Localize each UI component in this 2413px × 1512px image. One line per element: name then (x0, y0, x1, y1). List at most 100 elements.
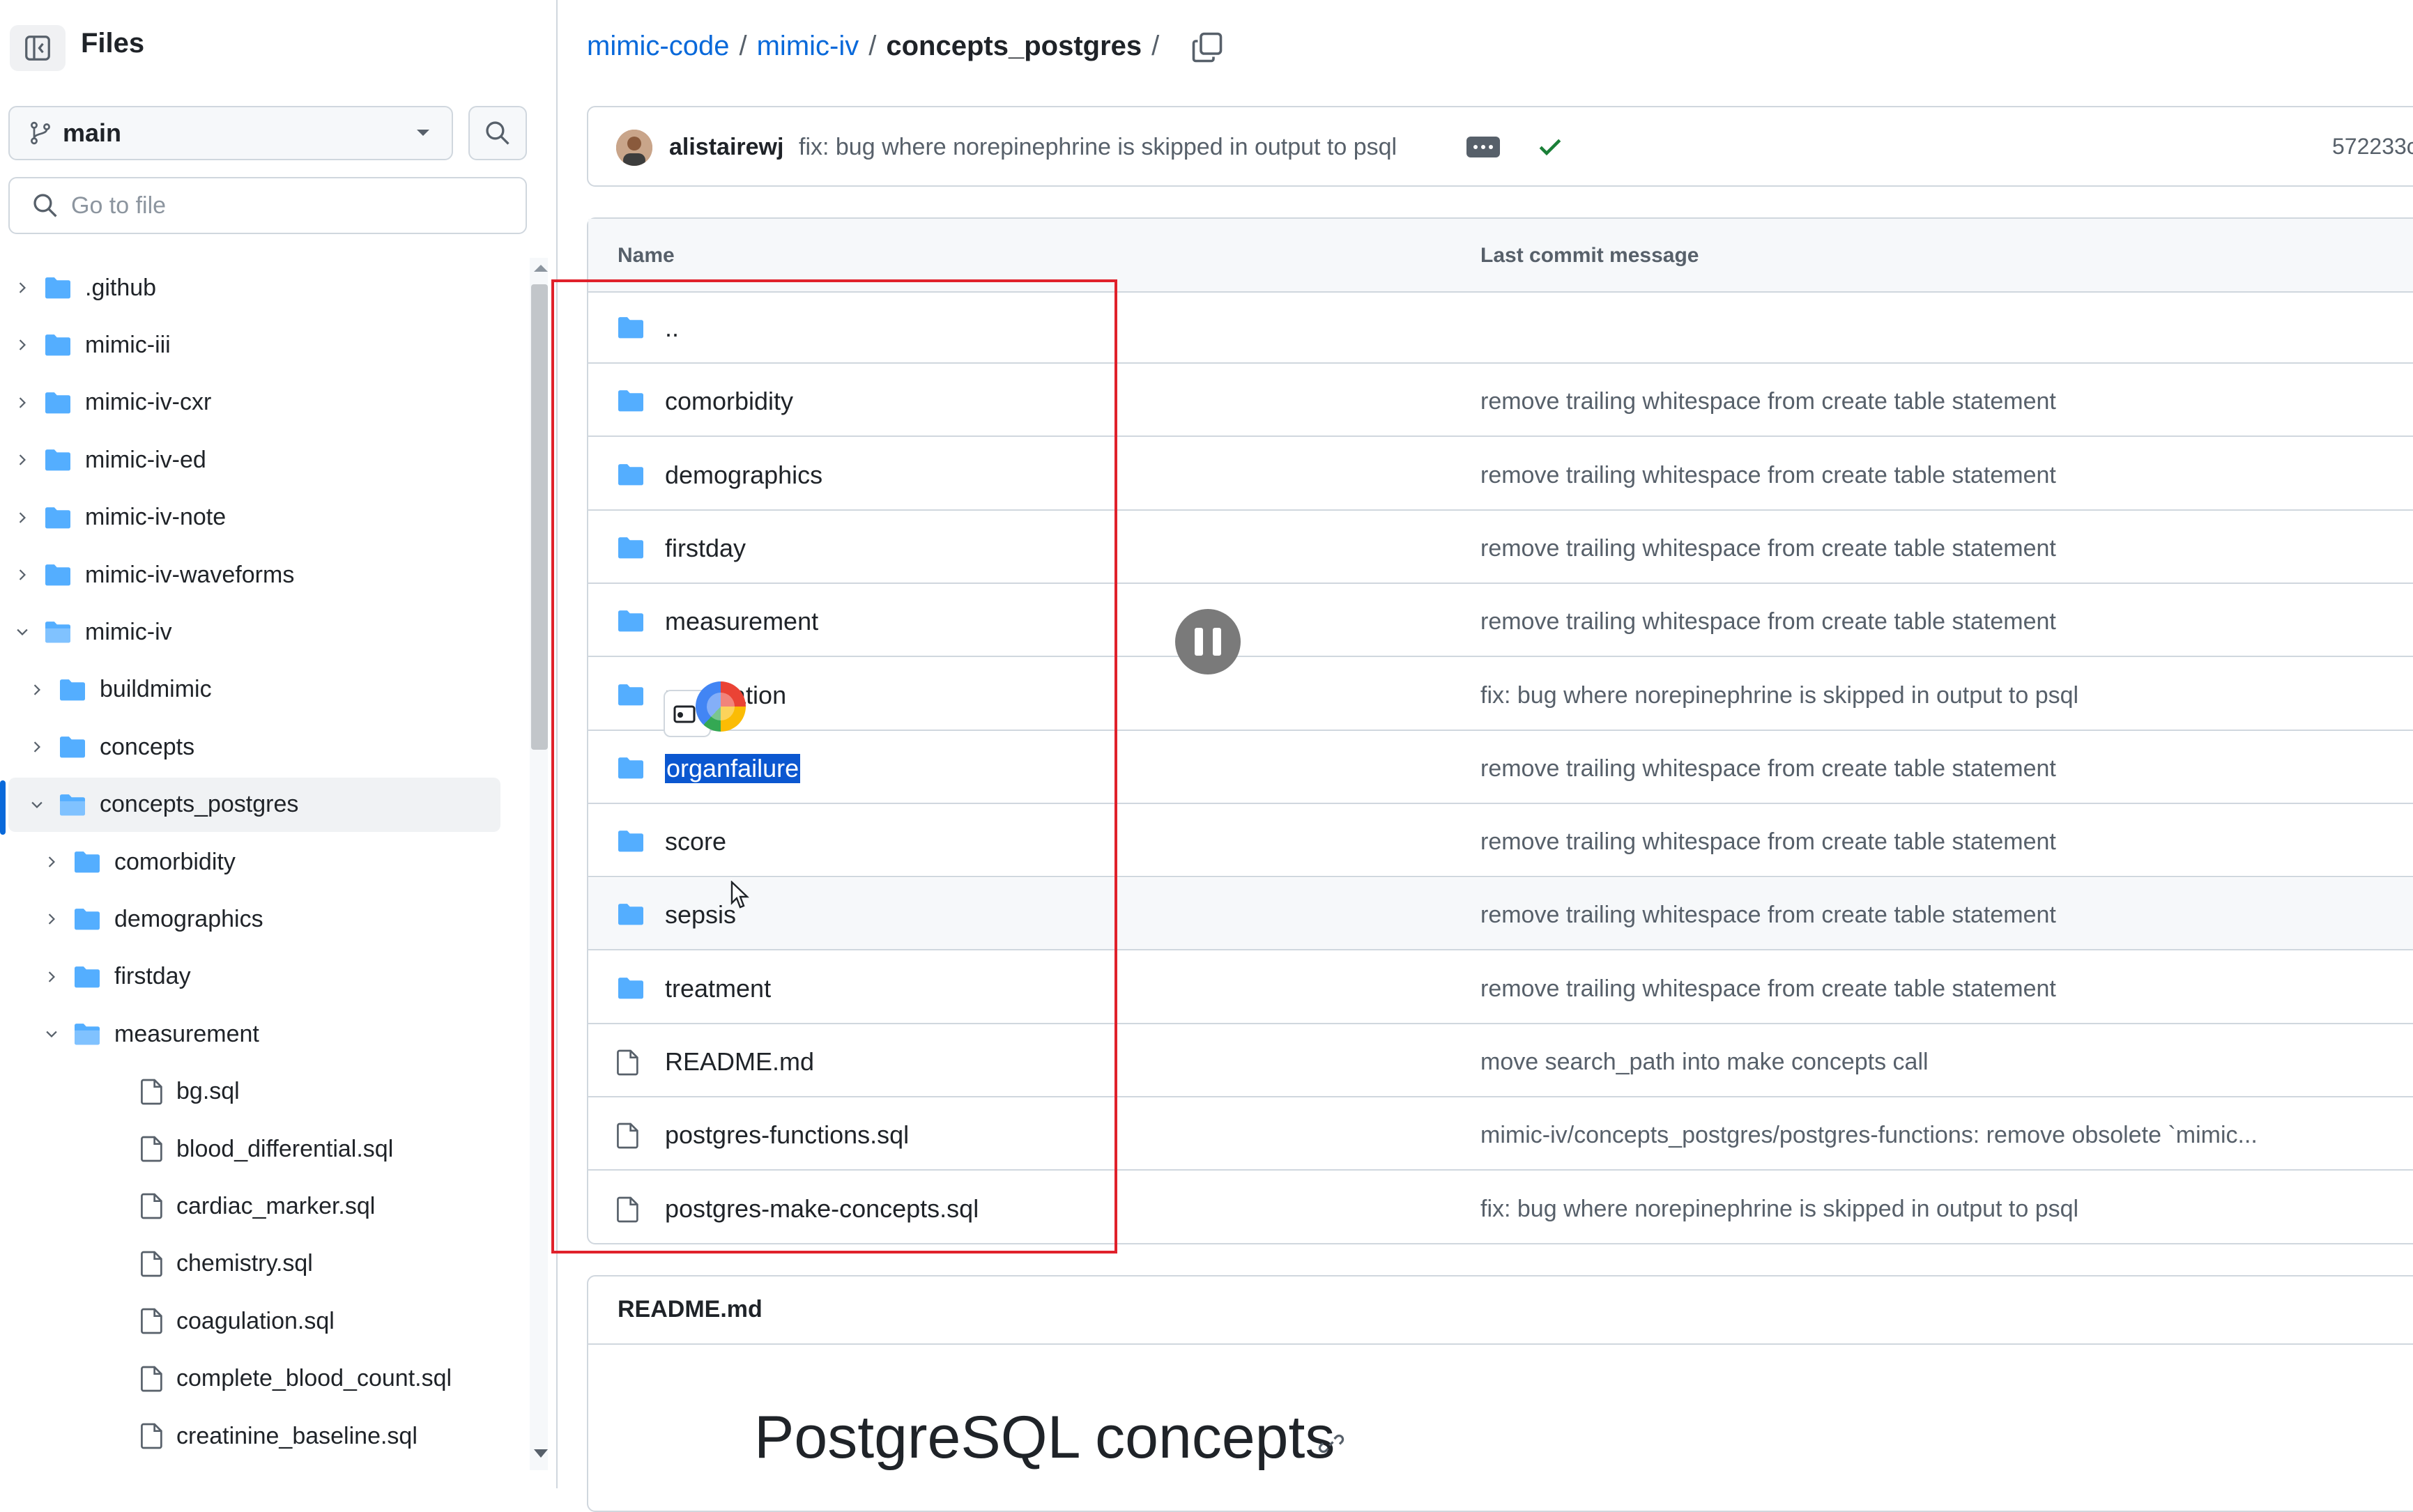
tree-item-label: concepts (100, 733, 195, 760)
tree-file-item[interactable]: creatinine_baseline.sql (0, 1409, 502, 1463)
chevron-right-icon[interactable] (44, 854, 59, 870)
folder-icon (75, 909, 100, 930)
scrollbar-thumb[interactable] (531, 284, 548, 750)
last-commit-message[interactable]: remove trailing whitespace from create t… (1480, 828, 2056, 856)
readme-title[interactable]: README.md (618, 1296, 763, 1323)
folder-open-icon (75, 1024, 100, 1045)
breadcrumb-separator: / (868, 31, 877, 61)
tree-item-label: cardiac_marker.sql (176, 1192, 376, 1219)
last-commit-message[interactable]: mimic-iv/concepts_postgres/postgres-func… (1480, 1122, 2258, 1149)
folder-icon (45, 334, 70, 356)
tree-item-label: chemistry.sql (176, 1250, 313, 1277)
search-button[interactable] (468, 106, 527, 160)
last-commit-message[interactable]: move search_path into make concepts call (1480, 1049, 1929, 1076)
annotation-box (551, 279, 1117, 1253)
folder-open-icon (45, 622, 70, 643)
collapse-sidebar-button[interactable] (10, 25, 66, 71)
tree-item-label: demographics (114, 905, 263, 932)
tree-item-label: blood_differential.sql (176, 1135, 394, 1162)
tree-folder-item[interactable]: concepts (0, 720, 502, 774)
tree-file-item[interactable]: blood_differential.sql (0, 1122, 502, 1176)
check-icon[interactable] (1536, 132, 1564, 160)
breadcrumb-link-mimic-iv[interactable]: mimic-iv (757, 31, 859, 62)
sidebar-toggle-icon (25, 36, 50, 61)
commit-sha[interactable]: 572233c (2332, 134, 2413, 160)
breadcrumb-separator: / (739, 31, 747, 61)
tree-item-label: mimic-iv-ed (85, 446, 206, 473)
go-to-file-field[interactable] (8, 177, 527, 234)
folder-icon (45, 564, 70, 586)
tree-folder-item[interactable]: mimic-iii (0, 318, 502, 372)
file-icon (141, 1308, 162, 1334)
caret-down-icon (417, 130, 429, 136)
author-avatar[interactable] (616, 130, 652, 166)
chevron-right-icon[interactable] (15, 337, 30, 353)
branch-select-button[interactable]: main (8, 106, 453, 160)
tree-folder-item[interactable]: buildmimic (0, 663, 502, 717)
chevron-right-icon[interactable] (29, 739, 45, 755)
file-icon (141, 1423, 162, 1449)
tree-item-label: coagulation.sql (176, 1307, 335, 1334)
tree-folder-item[interactable]: mimic-iv-note (0, 491, 502, 545)
tree-folder-item[interactable]: mimic-iv (0, 605, 502, 659)
file-tree-sidebar: Files main .github mimic-iii (0, 0, 558, 1488)
commit-author[interactable]: alistairewj (669, 134, 783, 161)
copy-path-icon[interactable] (1190, 31, 1224, 64)
tree-file-item[interactable]: chemistry.sql (0, 1237, 502, 1291)
tree-folder-item[interactable]: mimic-iv-waveforms (0, 548, 502, 602)
pause-button[interactable] (1175, 609, 1241, 674)
tree-item-label: concepts_postgres (100, 791, 299, 818)
folder-icon (60, 679, 85, 701)
chevron-right-icon[interactable] (44, 911, 59, 927)
last-commit-message[interactable]: fix: bug where norepinephrine is skipped… (1480, 682, 2078, 709)
file-icon (141, 1136, 162, 1162)
chevron-down-icon[interactable] (44, 1026, 59, 1042)
file-icon (141, 1251, 162, 1277)
tree-file-item[interactable]: coagulation.sql (0, 1294, 502, 1348)
last-commit-message[interactable]: remove trailing whitespace from create t… (1480, 608, 2056, 635)
chevron-down-icon[interactable] (29, 797, 45, 812)
last-commit-message[interactable]: remove trailing whitespace from create t… (1480, 535, 2056, 562)
link-icon[interactable] (1317, 1430, 1345, 1458)
expand-commit-button[interactable] (1466, 137, 1500, 157)
chevron-down-icon[interactable] (15, 624, 30, 640)
chevron-right-icon[interactable] (15, 510, 30, 525)
tree-folder-item[interactable]: comorbidity (0, 835, 502, 889)
last-commit-message[interactable]: fix: bug where norepinephrine is skipped… (1480, 1196, 2078, 1223)
tree-folder-item[interactable]: mimic-iv-ed (0, 433, 502, 487)
chevron-right-icon[interactable] (15, 395, 30, 410)
tree-item-label: measurement (114, 1020, 259, 1047)
chevron-right-icon[interactable] (29, 682, 45, 697)
chevron-right-icon[interactable] (15, 452, 30, 468)
folder-open-icon (60, 794, 85, 816)
go-to-file-input[interactable] (70, 191, 505, 220)
folder-icon (45, 507, 70, 529)
file-icon (141, 1366, 162, 1391)
breadcrumb-link-repo[interactable]: mimic-code (587, 31, 729, 62)
tree-folder-item[interactable]: firstday (0, 950, 502, 1004)
git-branch-icon (31, 121, 50, 145)
tree-item-label: .github (85, 274, 157, 301)
tree-folder-item[interactable]: concepts_postgres (8, 777, 500, 832)
scroll-up-arrow[interactable] (534, 265, 548, 272)
folder-icon (75, 851, 100, 873)
tree-folder-item[interactable]: mimic-iv-cxr (0, 376, 502, 430)
last-commit-message[interactable]: remove trailing whitespace from create t… (1480, 388, 2056, 415)
chevron-right-icon[interactable] (15, 567, 30, 583)
tree-folder-item[interactable]: measurement (0, 1007, 502, 1061)
chevron-right-icon[interactable] (44, 969, 59, 985)
scroll-down-arrow[interactable] (534, 1449, 548, 1458)
tree-folder-item[interactable]: .github (0, 261, 502, 315)
last-commit-message[interactable]: remove trailing whitespace from create t… (1480, 902, 2056, 929)
chevron-right-icon[interactable] (15, 280, 30, 295)
last-commit-message[interactable]: remove trailing whitespace from create t… (1480, 975, 2056, 1003)
tree-file-item[interactable]: bg.sql (0, 1065, 502, 1119)
tree-item-label: complete_blood_count.sql (176, 1365, 452, 1392)
last-commit-message[interactable]: remove trailing whitespace from create t… (1480, 755, 2056, 782)
commit-message[interactable]: fix: bug where norepinephrine is skipped… (799, 134, 1397, 161)
last-commit-message[interactable]: remove trailing whitespace from create t… (1480, 462, 2056, 489)
tree-file-item[interactable]: complete_blood_count.sql (0, 1352, 502, 1406)
tree-file-item[interactable]: cardiac_marker.sql (0, 1179, 502, 1233)
files-title: Files (81, 28, 145, 59)
tree-folder-item[interactable]: demographics (0, 892, 502, 946)
